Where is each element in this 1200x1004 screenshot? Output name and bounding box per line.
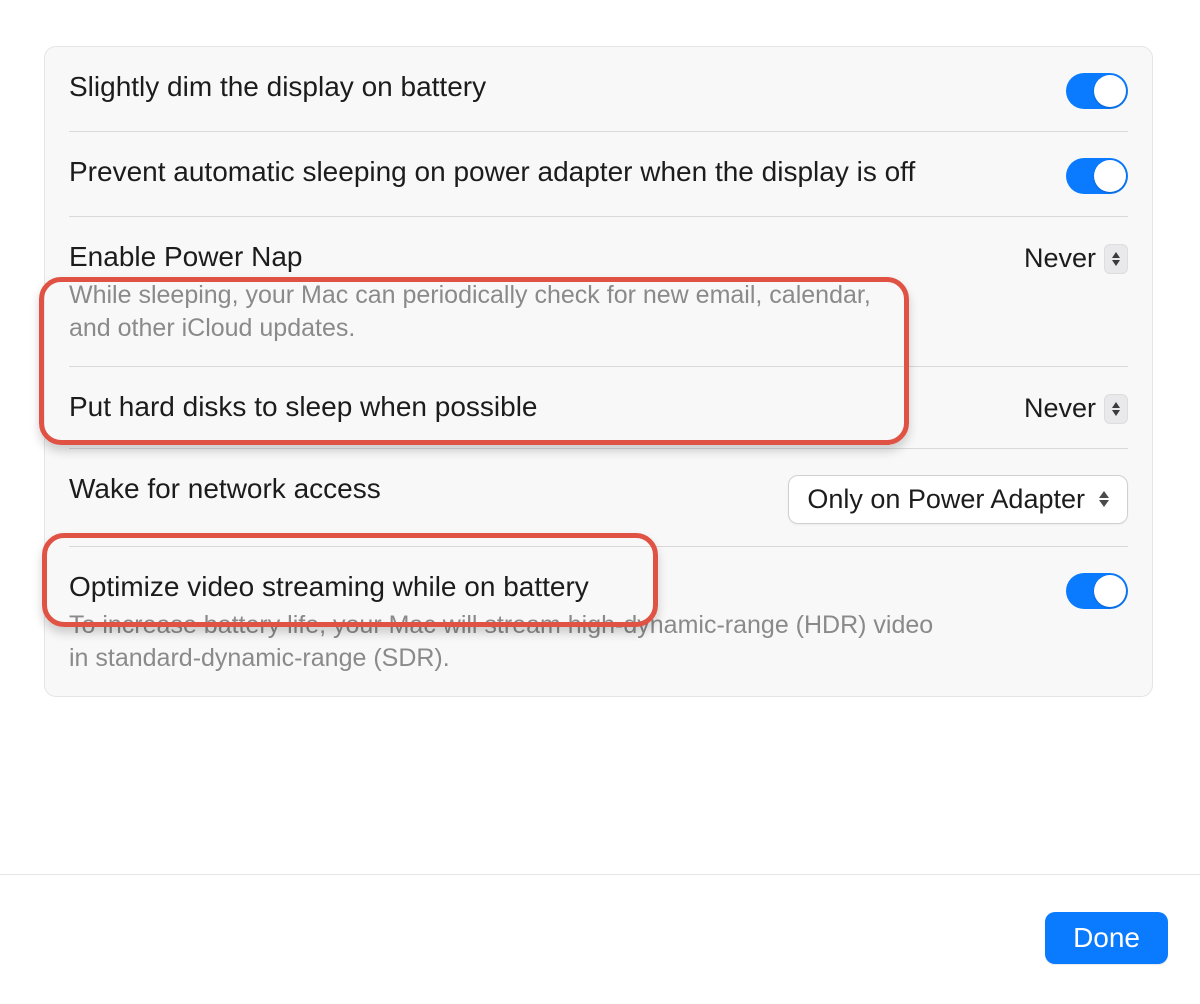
updown-icon [1095, 488, 1113, 510]
updown-icon [1104, 244, 1128, 274]
updown-icon [1104, 394, 1128, 424]
row-wake-network: Wake for network access Only on Power Ad… [69, 449, 1128, 547]
dim-display-title: Slightly dim the display on battery [69, 69, 1046, 105]
power-nap-value: Never [1024, 243, 1096, 274]
power-nap-subtitle: While sleeping, your Mac can periodicall… [69, 279, 899, 344]
done-button[interactable]: Done [1045, 912, 1168, 964]
settings-panel: Slightly dim the display on battery Prev… [44, 46, 1153, 697]
toggle-knob-icon [1094, 160, 1126, 192]
wake-network-value: Only on Power Adapter [807, 484, 1085, 515]
row-power-nap: Enable Power Nap While sleeping, your Ma… [69, 217, 1128, 367]
hard-disks-value: Never [1024, 393, 1096, 424]
row-dim-display: Slightly dim the display on battery [69, 47, 1128, 132]
wake-network-select[interactable]: Only on Power Adapter [788, 475, 1128, 524]
hard-disks-select[interactable]: Never [1024, 393, 1128, 424]
hard-disks-title: Put hard disks to sleep when possible [69, 389, 1004, 425]
optimize-video-title: Optimize video streaming while on batter… [69, 569, 949, 605]
row-prevent-sleep: Prevent automatic sleeping on power adap… [69, 132, 1128, 217]
optimize-video-toggle[interactable] [1066, 573, 1128, 609]
dim-display-toggle[interactable] [1066, 73, 1128, 109]
toggle-knob-icon [1094, 575, 1126, 607]
prevent-sleep-toggle[interactable] [1066, 158, 1128, 194]
footer-divider [0, 874, 1200, 875]
row-optimize-video: Optimize video streaming while on batter… [69, 547, 1128, 696]
power-nap-select[interactable]: Never [1024, 243, 1128, 274]
wake-network-title: Wake for network access [69, 471, 768, 507]
prevent-sleep-title: Prevent automatic sleeping on power adap… [69, 154, 1046, 190]
power-nap-title: Enable Power Nap [69, 239, 899, 275]
row-hard-disks: Put hard disks to sleep when possible Ne… [69, 367, 1128, 448]
optimize-video-subtitle: To increase battery life, your Mac will … [69, 609, 949, 674]
toggle-knob-icon [1094, 75, 1126, 107]
